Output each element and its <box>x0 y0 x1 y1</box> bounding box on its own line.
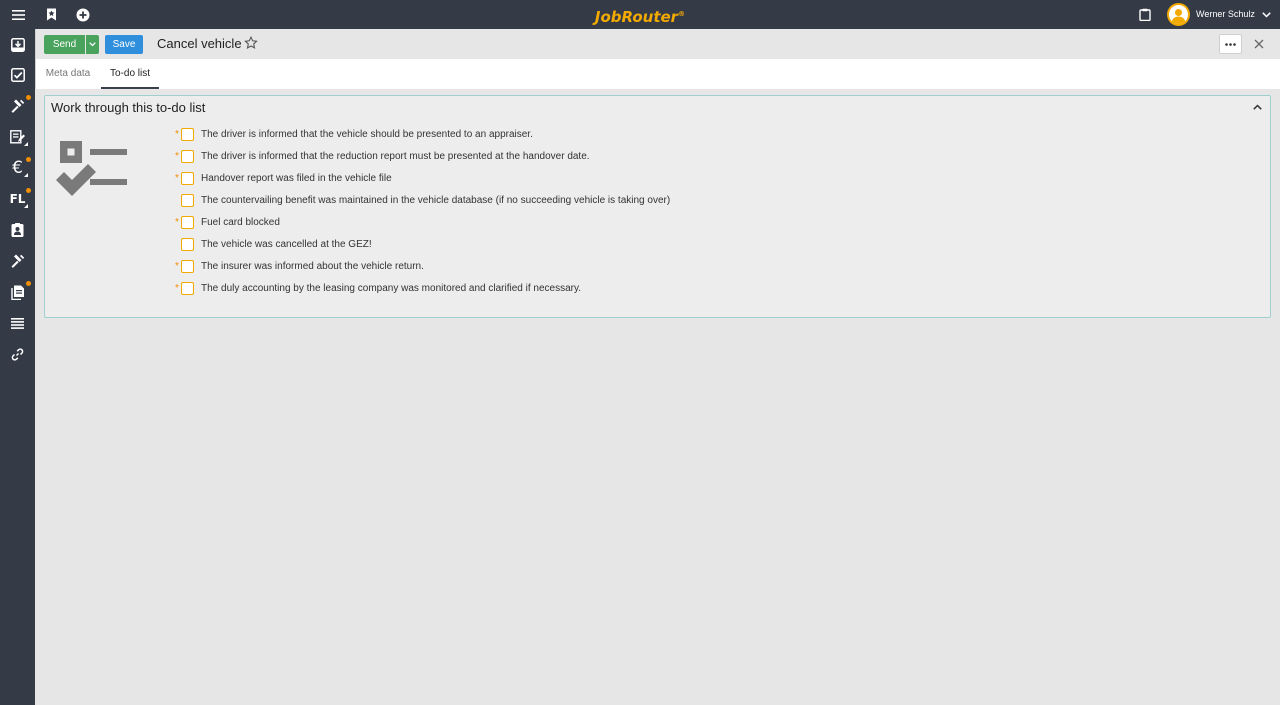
bookmark-icon[interactable] <box>43 0 59 29</box>
list-item: * The insurer was informed about the veh… <box>173 255 670 277</box>
todo-label[interactable]: Fuel card blocked <box>201 217 280 228</box>
list-item: * The driver is informed that the vehicl… <box>173 123 670 145</box>
todo-checkbox[interactable] <box>181 281 194 295</box>
form-edit-icon <box>10 130 25 144</box>
todo-checkbox[interactable] <box>181 171 194 185</box>
todo-checklist: * The driver is informed that the vehicl… <box>173 123 670 299</box>
todo-label[interactable]: The countervailing benefit was maintaine… <box>201 195 670 206</box>
todo-panel: Work through this to-do list * The drive… <box>44 95 1271 318</box>
tab-bar: Meta data To-do list <box>35 59 1280 89</box>
sidebar-item-inbox[interactable] <box>0 30 35 60</box>
sidebar-item-finance[interactable]: € <box>0 153 35 183</box>
send-options-button[interactable] <box>86 35 99 54</box>
sidebar-item-tasks[interactable] <box>0 60 35 90</box>
user-name[interactable]: Werner Schulz <box>1196 0 1255 29</box>
list-icon <box>11 317 24 329</box>
top-bar: JobRouter® Werner Schulz <box>0 0 1280 29</box>
todo-label[interactable]: The vehicle was cancelled at the GEZ! <box>201 239 372 250</box>
checklist-illustration-icon <box>55 140 129 201</box>
todo-checkbox[interactable] <box>181 259 194 273</box>
list-item: * Handover report was filed in the vehic… <box>173 167 670 189</box>
required-asterisk: * <box>175 150 179 162</box>
required-asterisk: * <box>175 282 179 294</box>
sidebar-item-tools[interactable] <box>0 91 35 121</box>
sidebar-item-links[interactable] <box>0 339 35 369</box>
list-item: * Fuel card blocked <box>173 211 670 233</box>
sidebar-item-documents[interactable] <box>0 277 35 307</box>
more-dots-icon <box>1225 42 1236 46</box>
page-title: Cancel vehicle <box>157 36 242 51</box>
close-button[interactable] <box>1251 36 1267 52</box>
collapse-panel-button[interactable] <box>1251 101 1263 113</box>
inbox-icon <box>10 38 25 52</box>
submenu-indicator <box>24 173 28 177</box>
add-circle-icon[interactable] <box>75 0 91 29</box>
notification-dot <box>26 188 31 193</box>
todo-label[interactable]: The insurer was informed about the vehic… <box>201 261 424 272</box>
euro-icon: € <box>12 158 23 178</box>
close-icon <box>1254 39 1264 49</box>
required-asterisk: * <box>175 260 179 272</box>
tab-to-do-list[interactable]: To-do list <box>101 59 159 89</box>
todo-checkbox[interactable] <box>181 149 194 163</box>
todo-label[interactable]: The driver is informed that the reductio… <box>201 151 590 162</box>
sidebar-item-tools-2[interactable] <box>0 246 35 276</box>
notification-dot <box>26 281 31 286</box>
todo-checkbox[interactable] <box>181 215 194 229</box>
notification-dot <box>26 95 31 100</box>
required-asterisk: * <box>175 216 179 228</box>
todo-label[interactable]: The driver is informed that the vehicle … <box>201 129 533 140</box>
avatar[interactable] <box>1167 3 1190 26</box>
todo-checkbox[interactable] <box>181 237 194 251</box>
list-item: * The duly accounting by the leasing com… <box>173 277 670 299</box>
required-asterisk: * <box>175 128 179 140</box>
chevron-up-icon <box>1252 104 1262 110</box>
hammer-icon <box>11 254 24 268</box>
todo-label[interactable]: Handover report was filed in the vehicle… <box>201 173 392 184</box>
send-button[interactable]: Send <box>44 35 85 54</box>
todo-checkbox[interactable] <box>181 193 194 207</box>
tab-meta-data[interactable]: Meta data <box>36 59 100 89</box>
list-item: The countervailing benefit was maintaine… <box>173 189 670 211</box>
todo-label[interactable]: The duly accounting by the leasing compa… <box>201 283 581 294</box>
sidebar-item-fleet[interactable]: FL <box>0 184 35 214</box>
sidebar-item-contacts[interactable] <box>0 215 35 245</box>
sidebar-item-forms[interactable] <box>0 122 35 152</box>
app-logo: JobRouter® <box>594 8 686 26</box>
submenu-indicator <box>24 204 28 208</box>
panel-title: Work through this to-do list <box>51 100 206 115</box>
sidebar-item-list[interactable] <box>0 308 35 338</box>
list-item: * The driver is informed that the reduct… <box>173 145 670 167</box>
more-options-button[interactable] <box>1219 34 1242 54</box>
documents-icon <box>10 285 24 300</box>
link-icon <box>11 347 24 361</box>
notification-dot <box>26 157 31 162</box>
hamburger-menu-icon[interactable] <box>9 0 27 29</box>
step-toolbar: Send Save Cancel vehicle <box>35 29 1280 59</box>
contact-card-icon <box>11 223 24 237</box>
chevron-down-icon[interactable] <box>1259 0 1273 29</box>
submenu-indicator <box>24 142 28 146</box>
hammer-icon <box>11 99 24 113</box>
todo-checkbox[interactable] <box>181 127 194 141</box>
clipboard-icon[interactable] <box>1137 0 1153 29</box>
list-item: The vehicle was cancelled at the GEZ! <box>173 233 670 255</box>
required-asterisk: * <box>175 172 179 184</box>
save-button[interactable]: Save <box>105 35 143 54</box>
chevron-down-icon <box>89 42 96 47</box>
favorite-star-icon[interactable] <box>244 35 258 55</box>
sidebar: € FL <box>0 29 35 705</box>
check-square-icon <box>10 68 25 82</box>
